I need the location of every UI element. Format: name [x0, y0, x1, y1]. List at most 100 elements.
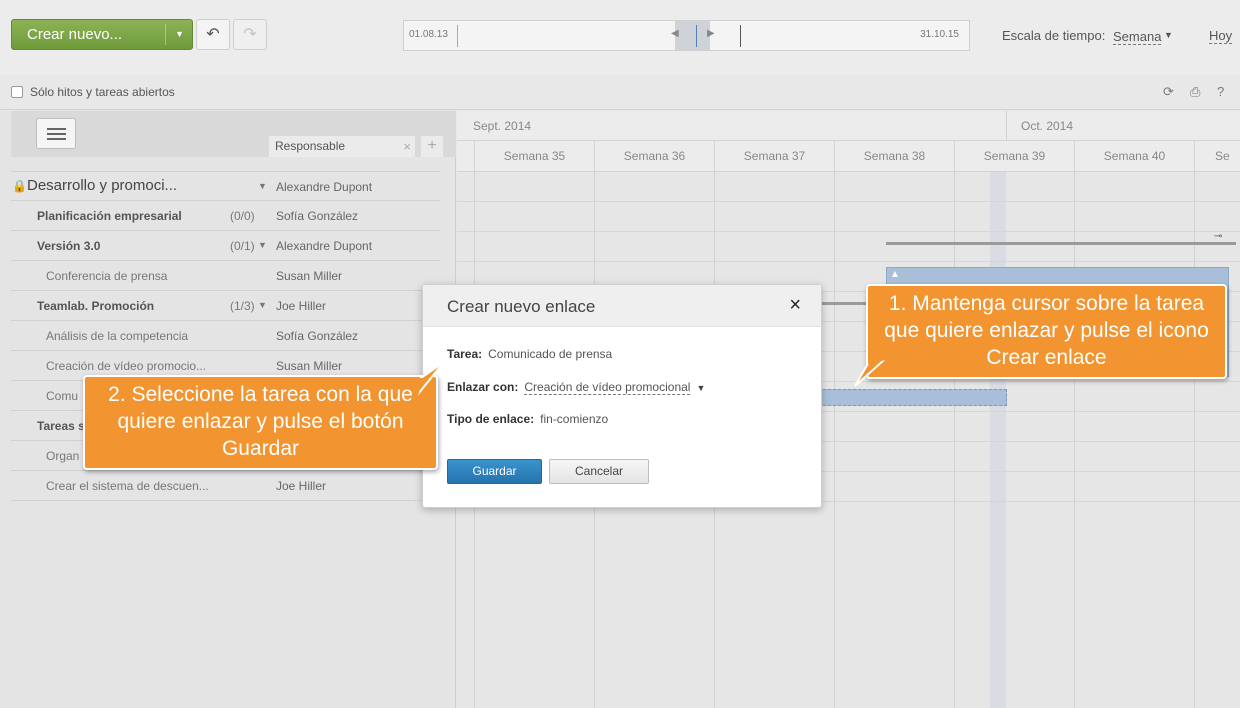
responsible-name: Susan Miller — [276, 359, 343, 373]
lock-icon: 🔒 — [12, 179, 27, 193]
refresh-icon[interactable]: ⟳ — [1163, 84, 1174, 100]
chevron-down-icon[interactable]: ▼ — [1164, 30, 1173, 40]
task-list-header: Responsable × + — [11, 111, 456, 157]
milestone-bar[interactable] — [886, 242, 1236, 245]
menu-button[interactable] — [36, 118, 76, 149]
milestone-name[interactable]: Tareas s — [37, 419, 85, 433]
create-link-dialog: Crear nuevo enlace × Tarea: Comunicado de… — [422, 284, 822, 508]
callout-text: 1. Mantenga cursor sobre la tarea que qu… — [884, 292, 1209, 369]
list-item[interactable]: Crear el sistema de descuen... Joe Hille… — [11, 471, 440, 501]
chevron-down-icon[interactable]: ▼ — [258, 181, 267, 191]
grid-row-line — [457, 231, 1240, 232]
save-button[interactable]: Guardar — [447, 459, 542, 484]
responsible-column-header[interactable]: Responsable × — [269, 136, 415, 157]
task-name[interactable]: Análisis de la competencia — [46, 329, 188, 343]
create-new-button[interactable]: Crear nuevo... ▼ — [11, 19, 193, 50]
menu-icon — [47, 138, 66, 140]
create-new-label: Crear nuevo... — [27, 26, 123, 43]
undo-icon: ↶ — [206, 26, 220, 43]
task-name[interactable]: Conferencia de prensa — [46, 269, 167, 283]
create-separator — [165, 24, 166, 45]
menu-icon — [47, 133, 66, 135]
timeline-window[interactable] — [675, 21, 710, 50]
time-scale-label: Escala de tiempo: — [1002, 28, 1106, 43]
link-type-value: fin-comienzo — [540, 412, 609, 426]
task-name[interactable]: Creación de vídeo promocio... — [46, 359, 206, 373]
grid-row-line — [457, 261, 1240, 262]
week-label: Semana 40 — [1074, 141, 1194, 172]
list-item[interactable]: 🔒 Desarrollo y promoci... ▼ Alexandre Du… — [11, 171, 440, 201]
list-item[interactable]: Versión 3.0 (0/1) ▼ Alexandre Dupont — [11, 231, 440, 261]
open-only-checkbox[interactable] — [11, 86, 23, 98]
list-item[interactable]: Teamlab. Promoción (1/3) ▼ Joe Hiller — [11, 291, 440, 321]
redo-button[interactable]: ↷ — [233, 19, 267, 50]
task-count: (0/0) — [230, 209, 255, 223]
gantt-month-header: Sept. 2014 Oct. 2014 — [457, 111, 1240, 141]
milestone-name[interactable]: Teamlab. Promoción — [37, 299, 154, 313]
timeline-today-marker — [740, 25, 741, 47]
timeline-start-date: 01.08.13 — [409, 29, 448, 40]
week-label: Semana 36 — [594, 141, 714, 172]
responsible-name: Sofía González — [276, 329, 359, 343]
month-divider — [1006, 111, 1007, 141]
list-item[interactable]: Análisis de la competencia Sofía Gonzále… — [11, 321, 440, 351]
arrow-right-icon[interactable]: ▶ — [707, 28, 715, 39]
grid-row-line — [457, 201, 1240, 202]
chevron-down-icon[interactable]: ▼ — [258, 240, 267, 250]
help-icon[interactable]: ? — [1217, 84, 1224, 99]
time-scale-select[interactable]: Semana — [1113, 29, 1162, 45]
link-type-field: Tipo de enlace: fin-comienzo — [447, 412, 608, 426]
link-type-label: Tipo de enlace: — [447, 412, 535, 426]
cancel-button[interactable]: Cancelar — [549, 459, 649, 484]
grid-line — [1194, 172, 1195, 708]
close-icon[interactable]: × — [789, 294, 801, 317]
chevron-down-icon[interactable]: ▼ — [258, 300, 267, 310]
add-column-button[interactable]: + — [421, 136, 443, 157]
task-label: Tarea: — [447, 347, 483, 361]
chevron-down-icon[interactable]: ▼ — [175, 20, 184, 49]
list-item[interactable]: Planificación empresarial (0/0) Sofía Go… — [11, 201, 440, 231]
week-label: Semana 38 — [834, 141, 954, 172]
gantt-week-header: Semana 35 Semana 36 Semana 37 Semana 38 … — [457, 141, 1240, 172]
callout-step-two: 2. Seleccione la tarea con la que quiere… — [83, 375, 438, 470]
plus-icon: + — [427, 137, 437, 154]
timeline-scroller[interactable]: 01.08.13 ◀ ▶ 31.10.15 — [403, 20, 970, 51]
link-icon[interactable]: ⊸ — [1214, 231, 1222, 242]
link-with-label: Enlazar con: — [447, 380, 519, 394]
open-only-label[interactable]: Sólo hitos y tareas abiertos — [30, 85, 175, 99]
dialog-header: Crear nuevo enlace × — [423, 285, 821, 327]
month-label: Oct. 2014 — [1021, 119, 1074, 133]
menu-icon — [47, 128, 66, 130]
link-with-select[interactable]: Creación de vídeo promocional — [524, 380, 691, 395]
task-name[interactable]: Comu — [46, 389, 78, 403]
month-label: Sept. 2014 — [473, 119, 532, 133]
print-icon[interactable]: ⎙ — [1190, 84, 1200, 100]
close-icon[interactable]: × — [403, 136, 411, 157]
top-toolbar: Crear nuevo... ▼ ↶ ↷ 01.08.13 ◀ ▶ 31.10.… — [0, 0, 1240, 75]
week-label: Semana 39 — [954, 141, 1074, 172]
timeline-start-marker — [457, 25, 458, 47]
milestone-name[interactable]: Versión 3.0 — [37, 239, 100, 253]
chevron-down-icon[interactable]: ▼ — [696, 383, 705, 393]
task-value: Comunicado de prensa — [488, 347, 613, 361]
milestone-name[interactable]: Planificación empresarial — [37, 209, 182, 223]
link-with-field: Enlazar con: Creación de vídeo promociona… — [447, 380, 705, 395]
arrow-up-icon[interactable]: ▲ — [890, 269, 900, 280]
task-count: (1/3) — [230, 299, 255, 313]
undo-button[interactable]: ↶ — [196, 19, 230, 50]
task-name[interactable]: Organ — [46, 449, 79, 463]
timeline-current-marker — [696, 25, 697, 47]
dialog-title: Crear nuevo enlace — [447, 297, 596, 316]
callout-tail — [854, 360, 886, 387]
list-item[interactable]: Conferencia de prensa Susan Miller — [11, 261, 440, 291]
responsible-name: Joe Hiller — [276, 299, 327, 313]
task-name[interactable]: Crear el sistema de descuen... — [46, 479, 209, 493]
task-bar-video[interactable] — [818, 389, 1007, 406]
today-link[interactable]: Hoy — [1209, 28, 1233, 44]
responsible-name: Alexandre Dupont — [276, 180, 373, 194]
arrow-left-icon[interactable]: ◀ — [671, 28, 679, 39]
filter-bar: Sólo hitos y tareas abiertos ⟳ ⎙ ? — [0, 75, 1240, 110]
task-field: Tarea: Comunicado de prensa — [447, 347, 612, 361]
callout-step-one: 1. Mantenga cursor sobre la tarea que qu… — [866, 284, 1227, 379]
project-name[interactable]: Desarrollo y promoci... — [27, 177, 177, 194]
